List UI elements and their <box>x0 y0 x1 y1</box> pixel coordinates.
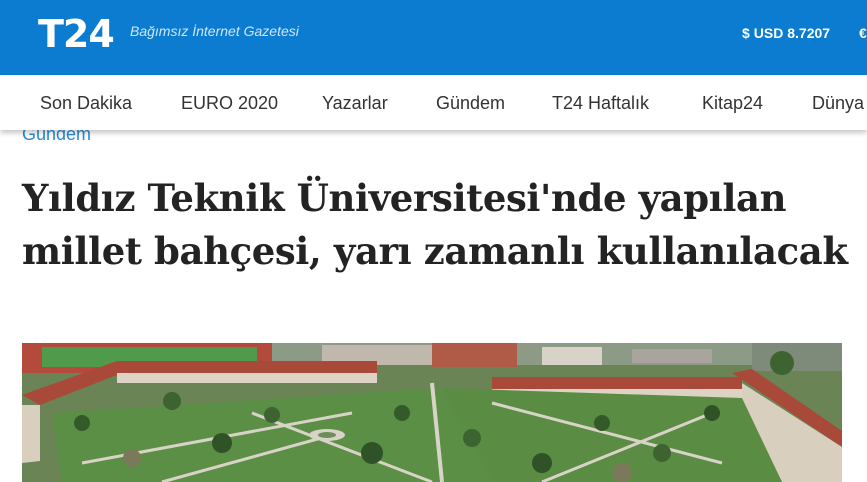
campus-aerial-illustration <box>22 343 842 482</box>
nav-item-gundem[interactable]: Gündem <box>436 93 505 114</box>
nav-item-son-dakika[interactable]: Son Dakika <box>40 93 132 114</box>
nav-item-dunya[interactable]: Dünya <box>812 93 864 114</box>
top-header-bar: T24 Bağımsız İnternet Gazetesi $ USD 8.72… <box>0 0 867 75</box>
nav-item-euro-2020[interactable]: EURO 2020 <box>181 93 278 114</box>
nav-item-yazarlar[interactable]: Yazarlar <box>322 93 388 114</box>
site-tagline: Bağımsız İnternet Gazetesi <box>130 23 299 39</box>
usd-rate: USD 8.7207 <box>753 25 831 41</box>
nav-item-kitap24[interactable]: Kitap24 <box>702 93 763 114</box>
nav-item-t24-haftalik[interactable]: T24 Haftalık <box>552 93 649 114</box>
article-title: Yıldız Teknik Üniversitesi'nde yapılan m… <box>22 176 848 273</box>
t24-logo[interactable]: T24 <box>38 14 115 54</box>
article-hero-image <box>22 343 842 482</box>
dollar-icon: $ <box>742 25 750 41</box>
currency-ticker-usd[interactable]: $ USD 8.7207 <box>742 25 830 41</box>
euro-icon: € <box>859 25 867 41</box>
main-navigation: Son Dakika EURO 2020 Yazarlar Gündem T24… <box>0 75 867 130</box>
